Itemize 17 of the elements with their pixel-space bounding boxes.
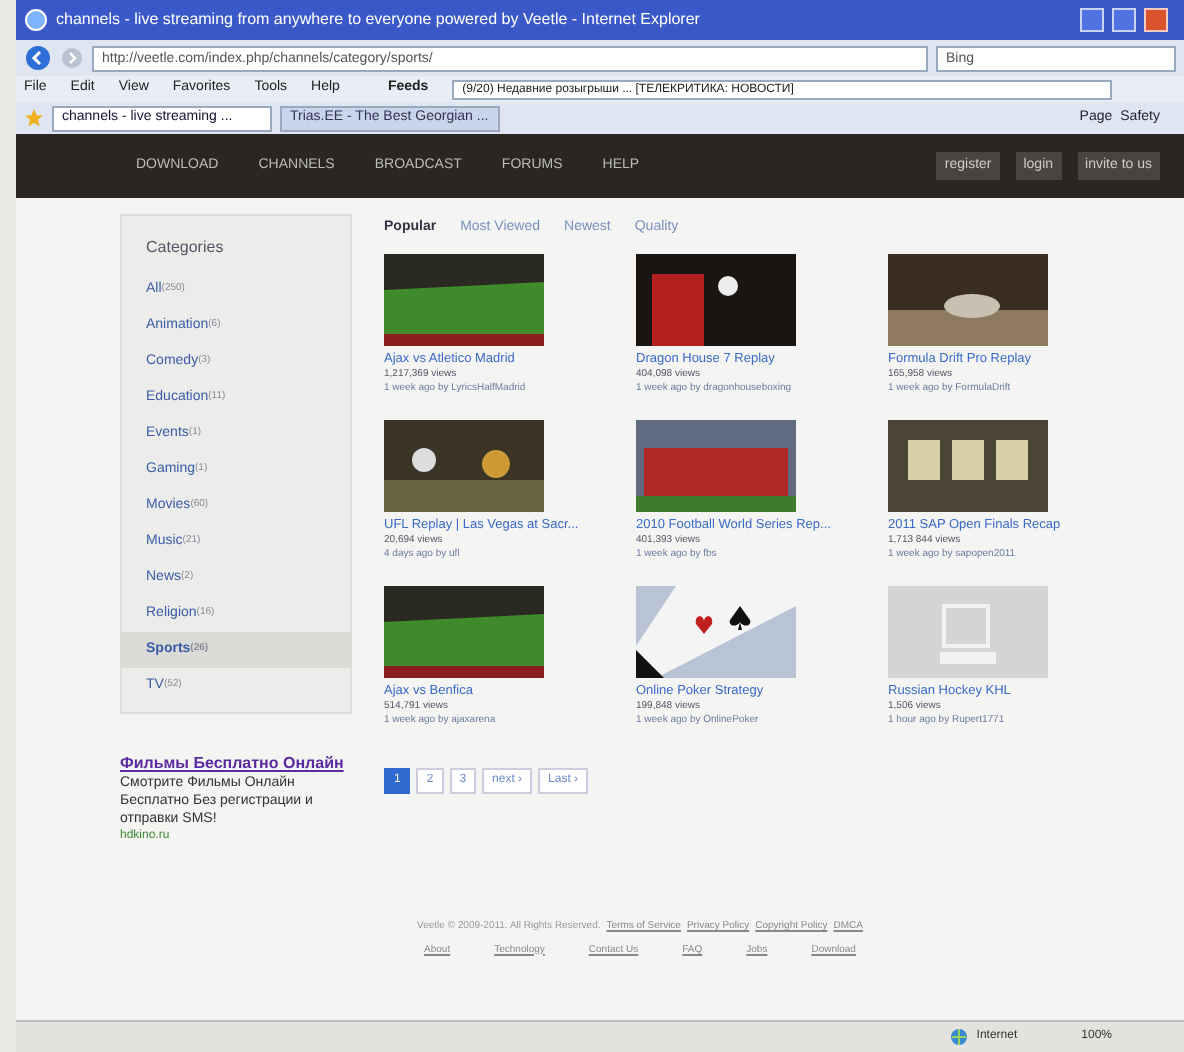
close-button[interactable] <box>1144 8 1168 32</box>
back-icon[interactable] <box>24 44 52 72</box>
framed-pictures-photo-placeholder[interactable] <box>888 420 1048 512</box>
ad-title-link[interactable]: Фильмы Бесплатно Онлайн <box>120 754 352 774</box>
race-car-photo-placeholder[interactable] <box>888 254 1048 346</box>
boxing-photo-placeholder[interactable] <box>636 254 796 346</box>
browser-icon[interactable] <box>24 8 48 32</box>
favorites-star-icon[interactable] <box>24 108 44 128</box>
globe-icon[interactable] <box>950 1028 969 1046</box>
football-photo-placeholder[interactable] <box>384 420 544 512</box>
soccer-photo-placeholder[interactable] <box>384 586 544 678</box>
categories-heading: Categories <box>144 236 226 260</box>
soccer-photo-placeholder[interactable] <box>384 254 544 346</box>
maximize-button[interactable] <box>1112 8 1136 32</box>
playing-cards-photo-placeholder[interactable] <box>636 586 796 678</box>
window-title: channels - live streaming from anywhere to everyone powered by Veetle - Internet Explorer <box>56 8 700 32</box>
minimize-button[interactable] <box>1080 8 1104 32</box>
